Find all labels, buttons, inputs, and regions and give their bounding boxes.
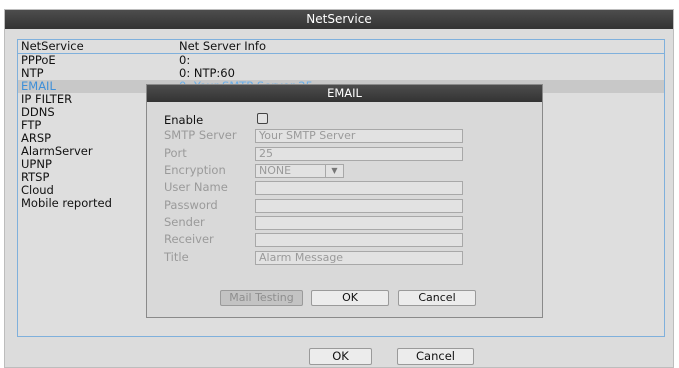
- receiver-label: Receiver: [164, 232, 214, 246]
- user-name-label: User Name: [164, 180, 228, 194]
- header-netservice: NetService: [21, 39, 84, 53]
- dialog-cancel-button[interactable]: Cancel: [398, 290, 476, 306]
- title-input[interactable]: Alarm Message: [255, 251, 463, 265]
- encryption-select[interactable]: NONE ▼: [255, 164, 344, 178]
- user-name-input[interactable]: [255, 181, 463, 195]
- ok-button[interactable]: OK: [309, 348, 372, 365]
- enable-checkbox[interactable]: [257, 113, 268, 124]
- mail-testing-button[interactable]: Mail Testing: [220, 290, 303, 306]
- list-item-ntp[interactable]: NTP 0: NTP:60: [18, 67, 664, 80]
- list-header: NetService Net Server Info: [18, 40, 664, 54]
- enable-label: Enable: [164, 113, 204, 127]
- smtp-server-input[interactable]: Your SMTP Server: [255, 129, 463, 143]
- dialog-title: EMAIL: [147, 85, 542, 102]
- dialog-ok-button[interactable]: OK: [311, 290, 389, 306]
- encryption-label: Encryption: [164, 163, 226, 177]
- header-net-server-info: Net Server Info: [179, 39, 266, 53]
- receiver-input[interactable]: [255, 233, 463, 247]
- email-dialog: EMAIL Enable SMTP Server Your SMTP Serve…: [146, 84, 543, 318]
- chevron-down-icon[interactable]: ▼: [325, 165, 343, 177]
- smtp-server-label: SMTP Server: [164, 128, 237, 142]
- port-label: Port: [164, 146, 187, 160]
- password-label: Password: [164, 198, 218, 212]
- cancel-button[interactable]: Cancel: [397, 348, 474, 365]
- port-input[interactable]: 25: [255, 147, 463, 161]
- sender-input[interactable]: [255, 216, 463, 230]
- screen: NetService NetService Net Server Info PP…: [0, 0, 679, 368]
- password-input[interactable]: [255, 199, 463, 213]
- title-label: Title: [164, 250, 189, 264]
- sender-label: Sender: [164, 215, 205, 229]
- list-item-label: Mobile reported: [21, 196, 112, 210]
- encryption-value: NONE: [259, 164, 292, 177]
- list-item-pppoe[interactable]: PPPoE 0:: [18, 54, 664, 67]
- window-title: NetService: [5, 10, 673, 29]
